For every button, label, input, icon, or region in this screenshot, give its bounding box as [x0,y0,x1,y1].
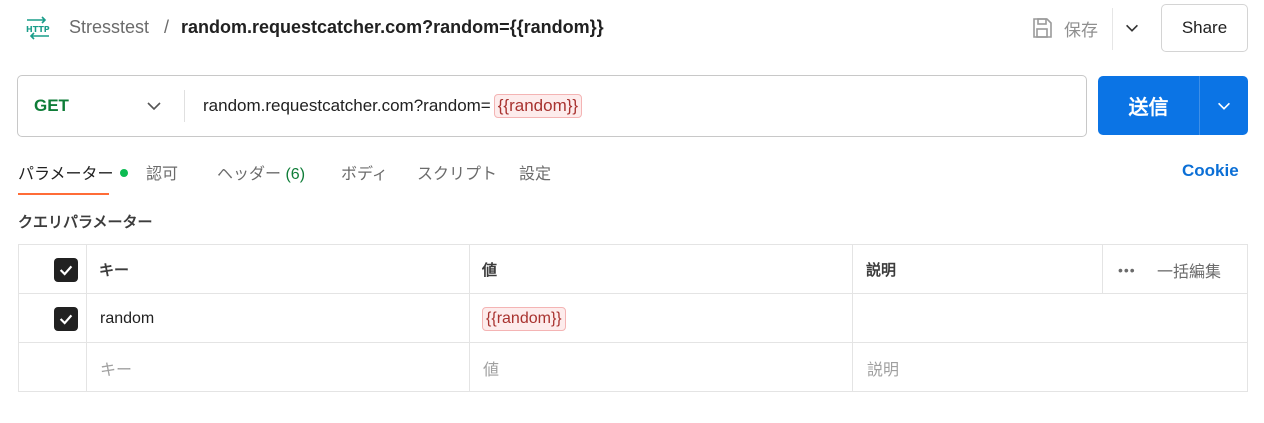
header-value: 値 [482,262,498,279]
checkbox-checked-icon [59,265,73,276]
more-options-cell: ••• [1118,245,1136,294]
method-selector[interactable]: GET [18,76,184,136]
url-bar: GET random.requestcatcher.com?random= {{… [17,75,1087,137]
save-icon [1033,18,1052,38]
tab-params-label: パラメーター [18,166,114,183]
headers-count: (6) [285,166,306,183]
http-icon: HTTP [24,14,52,42]
new-description-input[interactable]: 説明 [867,343,899,392]
url-divider [184,90,185,122]
table-header-row: キー 値 説明 ••• 一括編集 [19,245,1247,294]
tab-auth[interactable]: 認可 [146,160,178,184]
header-description: 説明 [866,262,897,279]
tab-scripts[interactable]: スクリプト [417,160,497,184]
param-value: {{random}} [482,306,566,331]
tab-body[interactable]: ボディ [341,160,388,184]
tab-settings[interactable]: 設定 [519,160,551,184]
table-row-new: キー 値 説明 [19,343,1247,392]
url-text: random.requestcatcher.com?random= [203,96,491,115]
select-all-cell [54,245,78,294]
row-enable-cell [54,294,78,343]
params-active-dot [119,168,128,177]
url-input[interactable]: random.requestcatcher.com?random= {{rand… [203,76,583,136]
svg-text:HTTP: HTTP [26,25,50,34]
row-enable-checkbox[interactable] [54,306,78,331]
save-label: 保存 [1064,20,1098,40]
more-icon[interactable]: ••• [1118,262,1136,278]
param-description[interactable] [866,294,1246,343]
active-tab-indicator [18,193,109,195]
save-options-button[interactable] [1120,16,1144,40]
bulk-edit-button[interactable]: 一括編集 [1157,258,1221,282]
tab-headers[interactable]: ヘッダー (6) [217,160,305,184]
send-options-button[interactable] [1200,76,1248,135]
checkbox-checked-icon [59,314,73,325]
tab-params[interactable]: パラメーター [18,160,128,184]
chevron-down-icon [1218,102,1230,110]
method-label: GET [34,96,69,115]
table-row: random {{random}} [19,294,1247,343]
bulk-edit-cell: 一括編集 [1157,245,1221,294]
query-params-table: キー 値 説明 ••• 一括編集 random {{random}} キー 値 … [18,244,1248,392]
url-variable[interactable]: {{random}} [493,94,583,118]
new-value-input[interactable]: 値 [483,343,499,392]
request-title[interactable]: random.requestcatcher.com?random={{rando… [181,17,604,38]
header-divider [1112,8,1113,50]
tab-headers-label: ヘッダー [217,166,282,183]
chevron-down-icon [1126,24,1138,32]
new-key-input[interactable]: キー [100,343,132,392]
select-all-checkbox[interactable] [54,257,78,282]
chevron-down-icon [147,102,161,111]
share-button[interactable]: Share [1161,4,1248,52]
request-header: HTTP Stresstest / random.requestcatcher.… [0,0,1264,56]
header-key: キー [99,262,130,279]
breadcrumb-collection[interactable]: Stresstest [69,17,149,38]
breadcrumb-separator: / [164,17,170,37]
param-key[interactable]: random [100,294,154,343]
cookie-link[interactable]: Cookie [1182,161,1239,181]
param-value-cell[interactable]: {{random}} [482,294,566,343]
query-params-title: クエリパラメーター [18,214,153,231]
save-button[interactable]: 保存 [1030,13,1098,43]
send-button[interactable]: 送信 [1098,76,1199,135]
